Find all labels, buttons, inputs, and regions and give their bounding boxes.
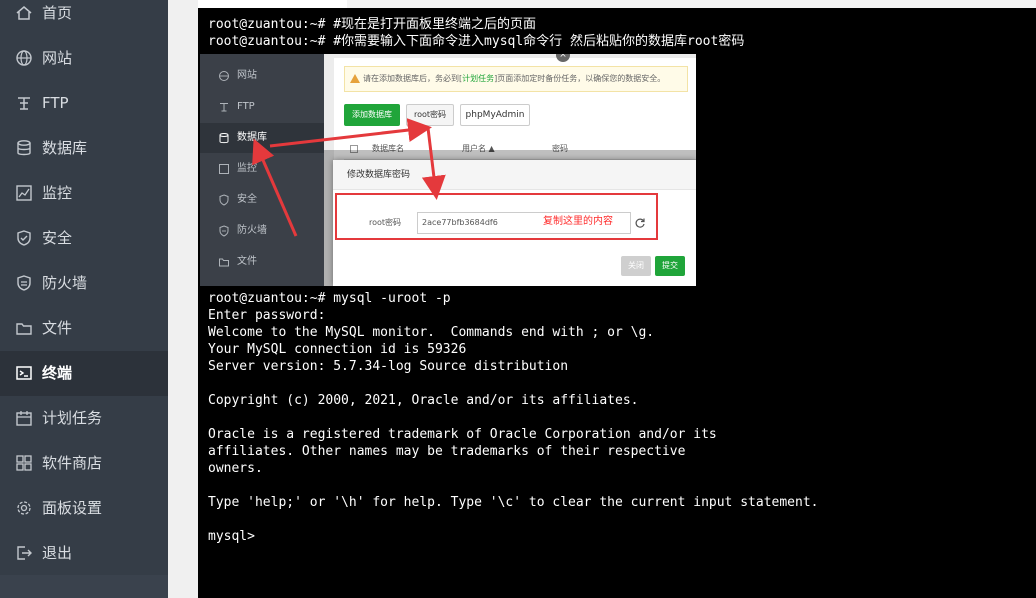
folder-icon — [15, 319, 33, 337]
annotation-arrows — [252, 118, 446, 237]
database-icon — [15, 139, 33, 157]
terminal-line: Welcome to the MySQL monitor. Commands e… — [208, 325, 655, 340]
arrow-to-dialog — [421, 127, 446, 200]
sidebar-item-firewall[interactable]: 防火墙 — [0, 261, 168, 306]
terminal-line: root@zuantou:~# #现在是打开面板里终端之后的页面 — [208, 17, 537, 32]
shield-icon — [15, 229, 33, 247]
terminal-tab-bar — [347, 0, 1036, 8]
sidebar-item-settings[interactable]: 面板设置 — [0, 486, 168, 531]
terminal-line: affiliates. Other names may be trademark… — [208, 444, 686, 459]
sidebar-item-ftp[interactable]: FTP — [0, 81, 168, 126]
sidebar-item-label: 退出 — [42, 544, 73, 562]
sidebar-item-label: 监控 — [42, 184, 73, 202]
home-icon — [15, 4, 33, 22]
sidebar-item-terminal[interactable]: 终端 — [0, 351, 168, 396]
terminal-icon — [15, 364, 33, 382]
sidebar-item-cron[interactable]: 计划任务 — [0, 396, 168, 441]
sidebar-item-label: FTP — [42, 94, 69, 112]
sidebar-item-store[interactable]: 软件商店 — [0, 441, 168, 486]
terminal-line: Server version: 5.7.34-log Source distri… — [208, 359, 569, 374]
arrow-to-root-button — [269, 118, 432, 148]
sidebar: 首页 网站 FTP 数据库 监控 安全 防火墙 文件 终端 计划任务 软件商店 … — [0, 0, 168, 598]
sidebar-item-monitor[interactable]: 监控 — [0, 171, 168, 216]
sidebar-item-label: 网站 — [42, 49, 73, 67]
calendar-icon — [15, 409, 33, 427]
sidebar-item-label: 面板设置 — [42, 499, 103, 517]
sidebar-item-label: 防火墙 — [42, 274, 88, 292]
sidebar-item-security[interactable]: 安全 — [0, 216, 168, 261]
terminal-line: root@zuantou:~# mysql -uroot -p — [208, 291, 451, 306]
terminal-line: Copyright (c) 2000, 2021, Oracle and/or … — [208, 393, 639, 408]
terminal-line: owners. — [208, 461, 263, 476]
monitor-icon — [15, 184, 33, 202]
terminal-tab-strip[interactable] — [198, 0, 347, 8]
sidebar-item-label: 文件 — [42, 319, 73, 337]
terminal-line: root@zuantou:~# #你需要输入下面命令进入mysql命令行 然后粘… — [208, 34, 745, 49]
logout-icon — [15, 544, 33, 562]
sidebar-item-websites[interactable]: 网站 — [0, 36, 168, 81]
firewall-icon — [15, 274, 33, 292]
gear-icon — [15, 499, 33, 517]
arrow-to-database — [252, 138, 298, 237]
terminal-prompt: mysql> — [208, 529, 255, 544]
ftp-icon — [15, 94, 33, 112]
sidebar-item-label: 软件商店 — [42, 454, 103, 472]
embedded-panel-screenshot: 网站 FTP 数据库 监控 安全 防火墙 文件 请在添加数据库后，务必到[计划任… — [200, 54, 696, 286]
sidebar-item-home[interactable]: 首页 — [0, 0, 168, 36]
terminal-line: Your MySQL connection id is 59326 — [208, 342, 467, 357]
terminal-line: Type 'help;' or '\h' for help. Type '\c'… — [208, 495, 819, 510]
sidebar-item-label: 终端 — [42, 364, 73, 382]
terminal-line: Oracle is a registered trademark of Orac… — [208, 427, 717, 442]
sidebar-item-files[interactable]: 文件 — [0, 306, 168, 351]
globe-icon — [15, 49, 33, 67]
grid-icon — [15, 454, 33, 472]
page-gutter — [168, 0, 198, 598]
sidebar-footer — [0, 575, 168, 598]
sidebar-item-label: 数据库 — [42, 139, 88, 157]
sidebar-item-label: 安全 — [42, 229, 73, 247]
terminal-line: Enter password: — [208, 308, 326, 323]
sidebar-item-logout[interactable]: 退出 — [0, 531, 168, 576]
sidebar-item-database[interactable]: 数据库 — [0, 126, 168, 171]
sidebar-item-label: 首页 — [42, 4, 73, 22]
sidebar-item-label: 计划任务 — [42, 409, 103, 427]
